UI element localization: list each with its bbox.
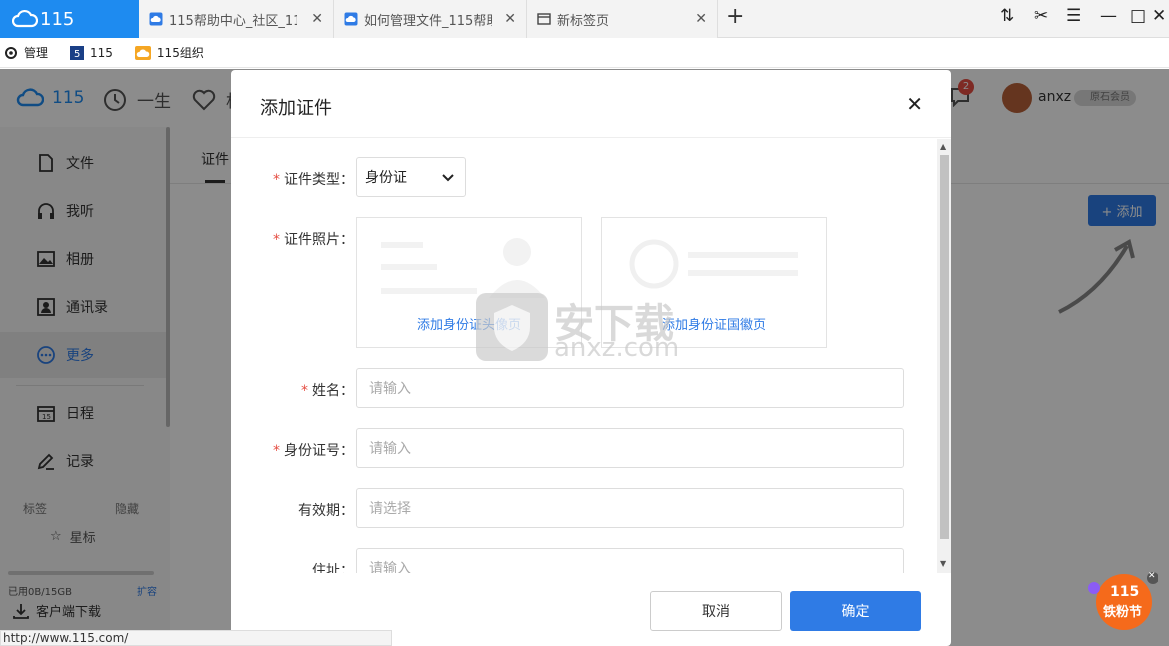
promo-line2: 铁粉节 <box>1103 605 1143 620</box>
form-label: * 证件类型： <box>273 172 354 188</box>
sort-icon[interactable]: ⇅ <box>1000 6 1014 26</box>
validity-date-picker[interactable]: 请选择 <box>356 488 904 528</box>
maximize-icon[interactable]: □ <box>1130 6 1146 26</box>
form-label: * 姓名： <box>301 383 354 399</box>
name-input[interactable]: 请输入 <box>356 368 904 408</box>
close-window-icon[interactable]: ✕ <box>1152 6 1166 26</box>
form-label: * 身份证号： <box>273 443 354 459</box>
form-row-id-number: * 身份证号： 请输入 <box>231 428 937 468</box>
window-icon <box>537 13 551 25</box>
cloud-icon <box>12 9 38 28</box>
tab-manage-files[interactable]: 如何管理文件_115帮助中 ✕ <box>334 0 527 38</box>
upload-front[interactable]: 添加身份证头像页 <box>356 217 582 348</box>
browser-tab-bar: 115 115帮助中心_社区_115 ✕ 如何管理文件_115帮助中 ✕ 新标签… <box>0 0 1169 38</box>
tab-title: 如何管理文件_115帮助中 <box>364 13 492 29</box>
form-label: * 证件照片： <box>273 232 354 248</box>
required-mark: * <box>301 383 308 399</box>
form-row-type: * 证件类型： 身份证 <box>231 157 937 197</box>
promo-badge[interactable]: ✕ 115 铁粉节 <box>1086 570 1158 632</box>
brand-label: 115 <box>40 8 75 30</box>
certificate-type-select[interactable]: 身份证 <box>356 157 466 197</box>
tab-title: 115帮助中心_社区_115 <box>169 13 297 29</box>
close-icon[interactable]: ✕ <box>695 11 707 27</box>
tab-new-tab[interactable]: 新标签页 ✕ <box>527 0 718 38</box>
address-input[interactable]: 请输入 <box>356 548 904 573</box>
bookmark-manage[interactable]: 管理 <box>4 44 48 61</box>
promo-close-icon[interactable]: ✕ <box>1148 571 1156 581</box>
scrollbar-thumb[interactable] <box>940 155 949 539</box>
svg-text:5: 5 <box>74 49 80 60</box>
tab-help-center[interactable]: 115帮助中心_社区_115 ✕ <box>139 0 334 38</box>
required-mark: * <box>273 443 280 459</box>
tab-title: 新标签页 <box>557 13 610 29</box>
cloud-icon <box>134 45 151 60</box>
required-mark: * <box>273 172 280 188</box>
promo-line1: 115 <box>1110 584 1140 600</box>
select-value: 身份证 <box>365 170 407 186</box>
bookmark-label: 115组织 <box>156 46 204 60</box>
required-mark: * <box>273 232 280 248</box>
confirm-button[interactable]: 确定 <box>790 591 921 631</box>
form-label: 住址： <box>312 563 354 573</box>
scroll-up-icon[interactable]: ▲ <box>940 142 946 151</box>
bookmark-label: 115 <box>90 45 113 60</box>
scroll-down-icon[interactable]: ▼ <box>940 559 946 568</box>
form-row-validity: 有效期： 请选择 <box>231 488 937 528</box>
status-url: http://www.115.com/ <box>0 630 392 646</box>
form-row-address: 住址： 请输入 <box>231 548 937 573</box>
form-label: 有效期： <box>298 503 354 519</box>
cloud-icon <box>344 12 358 26</box>
watermark-en: anxz.com <box>554 333 680 363</box>
close-icon[interactable]: ✕ <box>504 11 516 27</box>
close-icon[interactable]: ✕ <box>906 92 923 116</box>
chevron-down-icon <box>442 174 454 182</box>
menu-icon[interactable]: ☰ <box>1066 6 1081 26</box>
bookmark-115-org[interactable]: 115组织 <box>134 44 204 61</box>
dialog-scrollbar[interactable]: ▲ ▼ <box>937 139 951 573</box>
bookmark-label: 管理 <box>24 46 49 60</box>
dialog-title: 添加证件 <box>260 98 332 119</box>
cancel-button[interactable]: 取消 <box>650 591 782 631</box>
close-icon[interactable]: ✕ <box>311 11 323 27</box>
minimize-icon[interactable]: — <box>1100 6 1117 26</box>
brand-tab[interactable]: 115 <box>0 0 139 38</box>
logo-115-icon: 5 <box>70 45 85 60</box>
dialog-header: 添加证件 ✕ <box>231 70 951 138</box>
gear-icon <box>5 46 17 59</box>
bookmark-bar: 管理 5 115 115组织 <box>0 38 1169 68</box>
form-row-name: * 姓名： 请输入 <box>231 368 937 408</box>
bookmark-115[interactable]: 5 115 <box>70 45 113 60</box>
cloud-icon <box>149 12 163 26</box>
id-number-input[interactable]: 请输入 <box>356 428 904 468</box>
shield-logo-icon <box>476 293 548 361</box>
id-card-front-icon <box>381 238 545 298</box>
new-tab-button[interactable]: + <box>726 4 744 29</box>
scissors-icon[interactable]: ✂ <box>1034 6 1048 26</box>
